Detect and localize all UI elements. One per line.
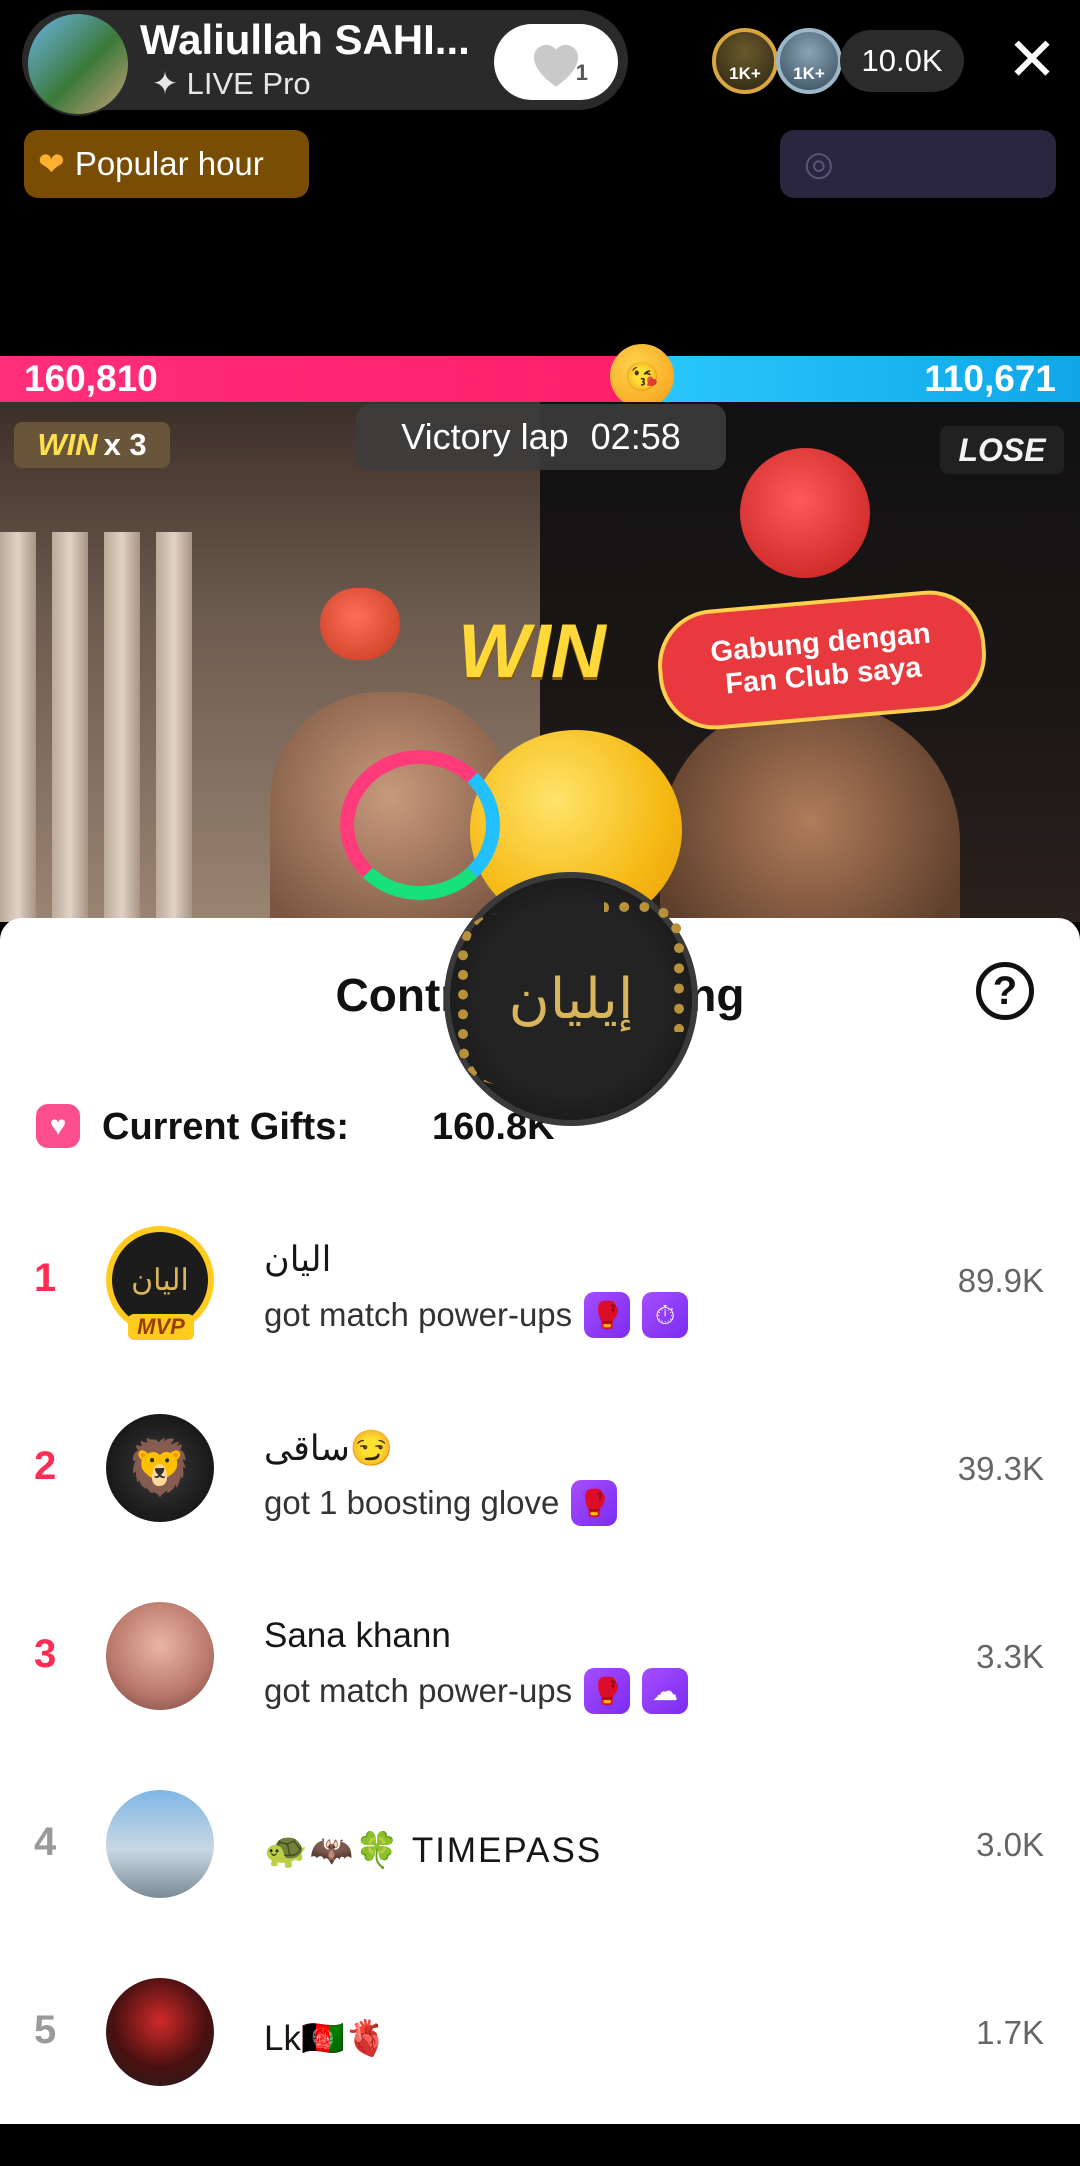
curtain: [52, 532, 88, 922]
target-icon: ◎: [804, 145, 834, 183]
follow-count: 1: [575, 60, 588, 85]
rank-number: 2: [34, 1444, 57, 1488]
close-icon[interactable]: ✕: [1000, 30, 1064, 94]
win-overlay-text: WIN: [458, 609, 606, 694]
kiss-emoji-icon: 😘: [610, 344, 674, 408]
cloud-powerup-icon: ☁: [642, 1668, 689, 1714]
user-name: ساقی😏: [264, 1429, 394, 1468]
curtain: [104, 532, 140, 922]
top-gifter-badge-1[interactable]: 1K+: [712, 28, 778, 94]
help-icon[interactable]: ?: [976, 962, 1034, 1020]
party-confetti-icon: [340, 750, 500, 900]
ranking-row[interactable]: 2 🦁 ساقی😏 got 1 boosting glove 🥊 39.3K: [0, 1414, 1080, 1602]
user-score: 39.3K: [957, 1450, 1044, 1487]
current-gifts-label: Current Gifts:: [102, 1106, 349, 1148]
victory-label: Victory lap: [401, 416, 569, 457]
user-avatar[interactable]: [106, 1790, 214, 1898]
user-name: Lk🇦🇫🫀: [264, 2019, 389, 2058]
curtain: [0, 532, 36, 922]
user-avatar[interactable]: 🦁: [106, 1414, 214, 1522]
viewer-count[interactable]: 10.0K: [840, 30, 964, 92]
user-status: got match power-ups 🥊 ☁: [264, 1668, 689, 1714]
rank-number: 3: [34, 1632, 57, 1676]
user-score: 3.3K: [976, 1638, 1044, 1675]
rank-number: 5: [34, 2008, 57, 2052]
user-avatar[interactable]: [106, 1978, 214, 2086]
timer-powerup-icon: ⏱: [642, 1292, 689, 1338]
win-label: WIN: [37, 427, 98, 462]
rank-number: 1: [34, 1256, 57, 1300]
gift-box-icon: ♥: [36, 1104, 80, 1148]
ranking-row[interactable]: 5 Lk🇦🇫🫀 1.7K: [0, 1978, 1080, 2166]
victory-lap-timer: Victory lap 02:58: [356, 404, 726, 470]
ranking-row[interactable]: 3 Sana khann got match power-ups 🥊 ☁ 3.3…: [0, 1602, 1080, 1790]
mvp-avatar-overlay: إيليان: [444, 872, 698, 1126]
opponent-person: [660, 702, 960, 922]
user-score: 3.0K: [976, 1826, 1044, 1863]
heart-mascot-small-icon: [320, 588, 400, 660]
user-name: 🐢🦇🍀 TIMEPASS: [264, 1831, 603, 1870]
left-score: 160,810: [24, 358, 158, 399]
right-score: 110,671: [924, 358, 1056, 399]
lose-badge: LOSE: [940, 426, 1064, 474]
user-status-text: got match power-ups: [264, 1672, 573, 1709]
user-status-text: got match power-ups: [264, 1296, 573, 1333]
host-avatar[interactable]: [26, 12, 130, 116]
user-score: 89.9K: [957, 1262, 1044, 1299]
popular-heart-icon: ❤: [38, 146, 65, 182]
win-streak-badge: WIN x 3: [14, 422, 170, 468]
boost-glove-icon: 🥊: [584, 1292, 631, 1338]
user-status: got 1 boosting glove 🥊: [264, 1480, 618, 1526]
follow-button[interactable]: 1: [494, 24, 618, 100]
user-avatar[interactable]: [106, 1602, 214, 1710]
boost-glove-icon: 🥊: [584, 1668, 631, 1714]
boost-glove-icon: 🥊: [571, 1480, 618, 1526]
victory-timer: 02:58: [590, 416, 681, 457]
mvp-badge: MVP: [128, 1314, 194, 1340]
user-name: اليان: [264, 1240, 332, 1279]
user-name: Sana khann: [264, 1616, 451, 1655]
host-live-pro-label: ✦ LIVE Pro: [152, 66, 311, 101]
user-score: 1.7K: [976, 2014, 1044, 2051]
user-status: got match power-ups 🥊 ⏱: [264, 1292, 689, 1338]
win-multiplier: x 3: [103, 427, 147, 462]
user-status-text: got 1 boosting glove: [264, 1484, 560, 1521]
heart-mascot-icon: [740, 448, 870, 578]
rank-number: 4: [34, 1820, 57, 1864]
gift-goal-panel[interactable]: ◎: [780, 130, 1056, 198]
curtain: [156, 532, 192, 922]
ranking-row[interactable]: 4 🐢🦇🍀 TIMEPASS 3.0K: [0, 1790, 1080, 1978]
ranking-row[interactable]: 1 اليان MVP اليان got match power-ups 🥊 …: [0, 1226, 1080, 1414]
host-name: Waliullah SAHI...: [140, 16, 470, 63]
popular-hour-button[interactable]: ❤ Popular hour: [24, 130, 309, 198]
top-gifter-badge-2[interactable]: 1K+: [776, 28, 842, 94]
popular-hour-label: Popular hour: [74, 145, 264, 182]
